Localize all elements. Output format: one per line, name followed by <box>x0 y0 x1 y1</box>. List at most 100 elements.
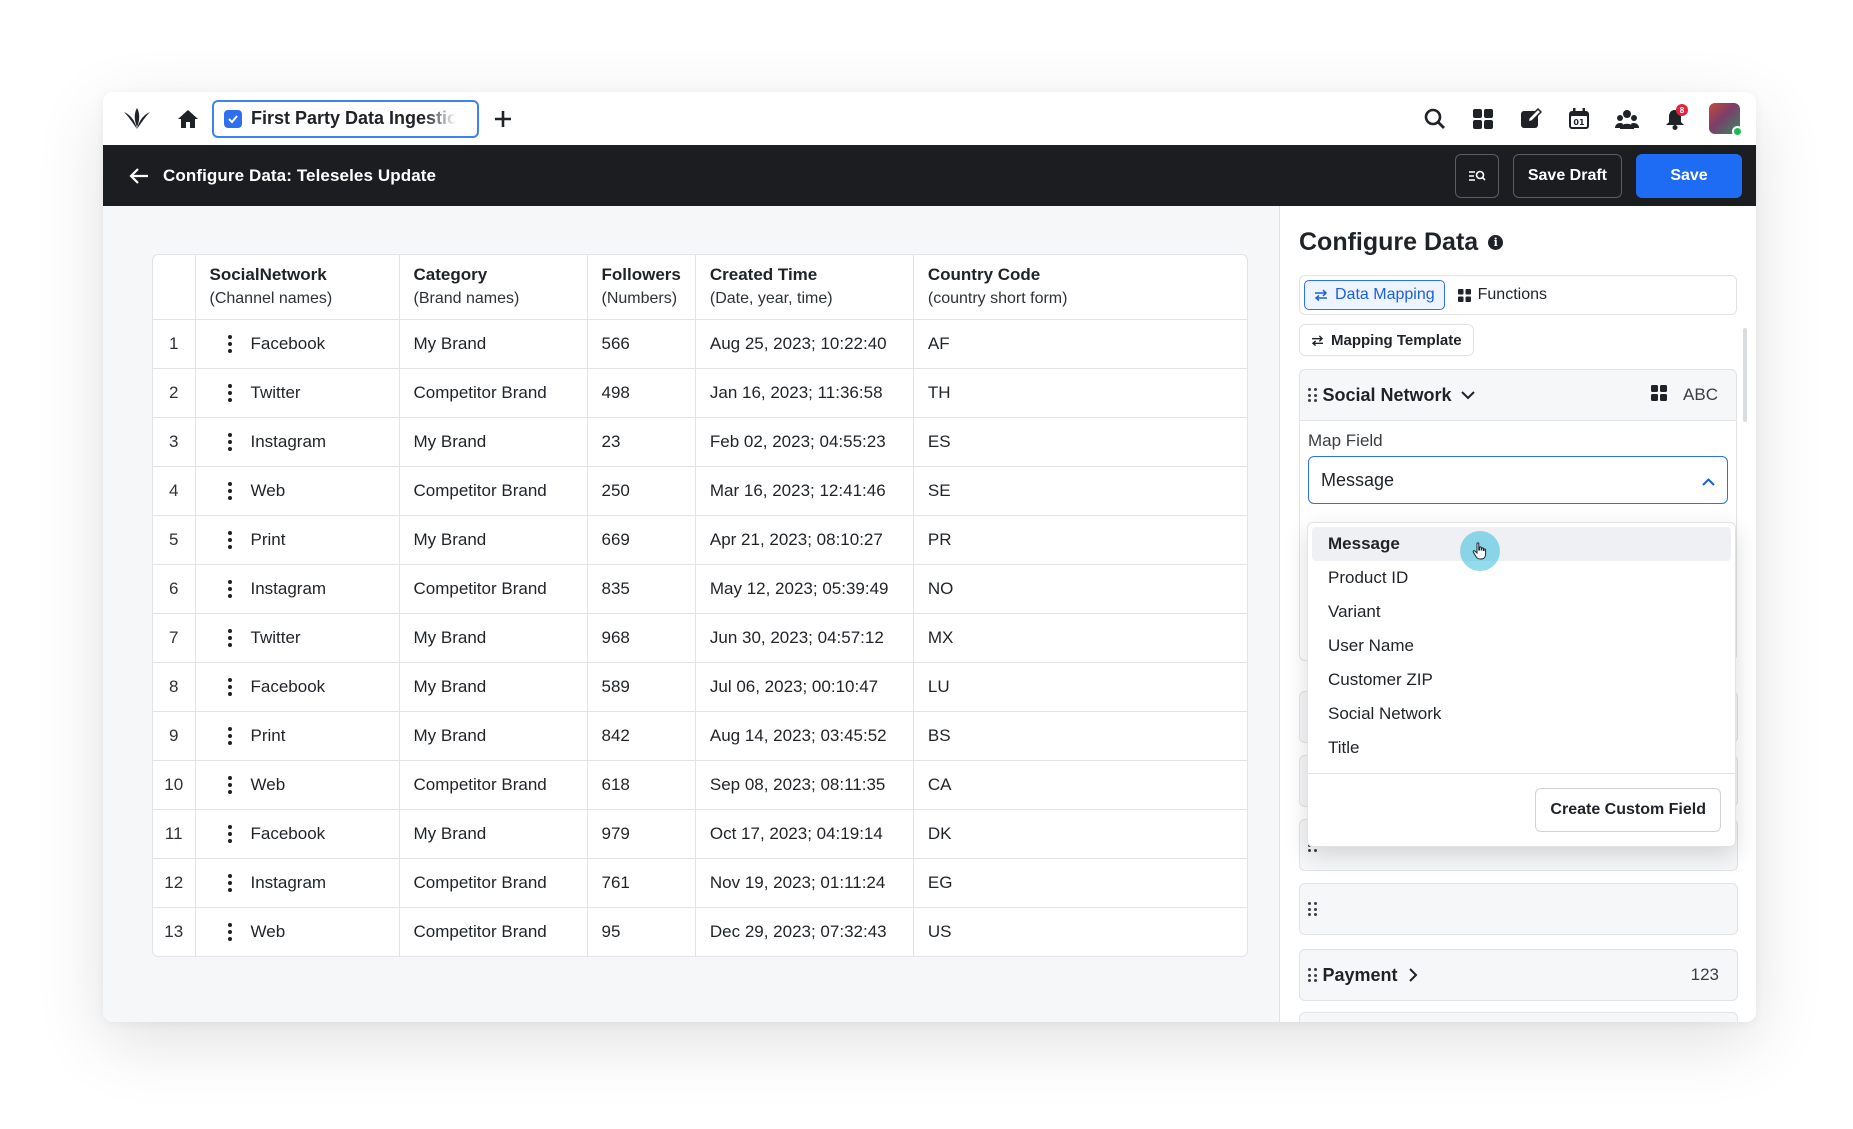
add-tab-icon[interactable] <box>490 106 516 132</box>
dropdown-option[interactable]: Product ID <box>1312 561 1731 595</box>
apps-grid-icon[interactable] <box>1651 384 1668 406</box>
table-row[interactable]: 10 Web Competitor Brand 618 Sep 08, 2023… <box>153 760 1247 810</box>
cell-created-time[interactable]: Jun 30, 2023; 04:57:12 <box>695 613 914 663</box>
cell-followers[interactable]: 618 <box>587 760 696 810</box>
cell-country-code[interactable]: AF <box>913 319 1247 369</box>
map-field-select[interactable]: Message <box>1308 456 1728 504</box>
cell-followers[interactable]: 835 <box>587 564 696 614</box>
cell-category[interactable]: Competitor Brand <box>399 466 588 516</box>
column-header-category[interactable]: Category (Brand names) <box>399 255 588 320</box>
dropdown-option[interactable]: Variant <box>1312 595 1731 629</box>
cell-country-code[interactable]: US <box>913 907 1247 956</box>
cell-country-code[interactable]: SE <box>913 466 1247 516</box>
cell-category[interactable]: My Brand <box>399 319 588 369</box>
calendar-icon[interactable]: 01 <box>1563 103 1594 134</box>
table-row[interactable]: 1 Facebook My Brand 566 Aug 25, 2023; 10… <box>153 319 1247 369</box>
cell-followers[interactable]: 95 <box>587 907 696 956</box>
sprinklr-logo-icon[interactable] <box>121 103 153 135</box>
field-header[interactable]: Social Network ABC <box>1300 370 1736 420</box>
cell-social-network[interactable]: Facebook <box>195 319 400 369</box>
row-menu-icon[interactable] <box>227 579 233 598</box>
save-button[interactable]: Save <box>1636 153 1742 198</box>
row-menu-icon[interactable] <box>227 481 233 500</box>
row-menu-icon[interactable] <box>227 530 233 549</box>
cell-country-code[interactable]: EG <box>913 858 1247 908</box>
cell-created-time[interactable]: Sep 08, 2023; 08:11:35 <box>695 760 914 810</box>
drag-handle-icon[interactable] <box>1308 388 1317 402</box>
cell-created-time[interactable]: Oct 17, 2023; 04:19:14 <box>695 809 914 859</box>
tab-data-mapping[interactable]: Data Mapping <box>1304 280 1445 310</box>
cell-created-time[interactable]: Dec 29, 2023; 07:32:43 <box>695 907 914 956</box>
cell-created-time[interactable]: Feb 02, 2023; 04:55:23 <box>695 417 914 467</box>
save-draft-button[interactable]: Save Draft <box>1512 153 1622 198</box>
tab-functions[interactable]: Functions <box>1449 280 1556 310</box>
mapping-template-button[interactable]: Mapping Template <box>1299 324 1474 356</box>
table-row[interactable]: 3 Instagram My Brand 23 Feb 02, 2023; 04… <box>153 417 1247 467</box>
column-header-followers[interactable]: Followers (Numbers) <box>587 255 696 320</box>
cell-category[interactable]: Competitor Brand <box>399 858 588 908</box>
chevron-right-icon[interactable] <box>1406 967 1422 983</box>
cell-followers[interactable]: 566 <box>587 319 696 369</box>
cell-category[interactable]: My Brand <box>399 515 588 565</box>
cell-country-code[interactable]: BS <box>913 711 1247 761</box>
cell-category[interactable]: Competitor Brand <box>399 760 588 810</box>
table-row[interactable]: 11 Facebook My Brand 979 Oct 17, 2023; 0… <box>153 809 1247 859</box>
row-menu-icon[interactable] <box>227 726 233 745</box>
cell-created-time[interactable]: Aug 25, 2023; 10:22:40 <box>695 319 914 369</box>
column-header-created-time[interactable]: Created Time (Date, year, time) <box>695 255 914 320</box>
preview-button[interactable] <box>1454 153 1499 198</box>
field-card[interactable]: Account Owner ABC <box>1299 1012 1738 1022</box>
bell-icon[interactable]: 8 <box>1659 103 1690 134</box>
search-icon[interactable] <box>1419 103 1450 134</box>
create-custom-field-button[interactable]: Create Custom Field <box>1535 788 1721 832</box>
row-menu-icon[interactable] <box>227 628 233 647</box>
cell-social-network[interactable]: Web <box>195 466 400 516</box>
table-row[interactable]: 2 Twitter Competitor Brand 498 Jan 16, 2… <box>153 368 1247 418</box>
cell-country-code[interactable]: NO <box>913 564 1247 614</box>
cell-followers[interactable]: 669 <box>587 515 696 565</box>
dropdown-option[interactable]: Message <box>1312 527 1731 561</box>
cell-created-time[interactable]: May 12, 2023; 05:39:49 <box>695 564 914 614</box>
cell-category[interactable]: Competitor Brand <box>399 907 588 956</box>
dropdown-option[interactable]: User Name <box>1312 629 1731 663</box>
cell-followers[interactable]: 250 <box>587 466 696 516</box>
team-icon[interactable] <box>1611 103 1642 134</box>
row-menu-icon[interactable] <box>227 775 233 794</box>
cell-category[interactable]: My Brand <box>399 613 588 663</box>
drag-handle-icon[interactable] <box>1308 902 1317 916</box>
cell-country-code[interactable]: CA <box>913 760 1247 810</box>
cell-social-network[interactable]: Facebook <box>195 809 400 859</box>
cell-country-code[interactable]: PR <box>913 515 1247 565</box>
column-header-socialnetwork[interactable]: SocialNetwork (Channel names) <box>195 255 400 320</box>
field-header[interactable]: Account Owner ABC <box>1300 1013 1737 1022</box>
field-header[interactable]: Payment 123 <box>1300 950 1737 1000</box>
cell-followers[interactable]: 23 <box>587 417 696 467</box>
row-menu-icon[interactable] <box>227 383 233 402</box>
cell-created-time[interactable]: Jan 16, 2023; 11:36:58 <box>695 368 914 418</box>
table-row[interactable]: 8 Facebook My Brand 589 Jul 06, 2023; 00… <box>153 662 1247 712</box>
cell-social-network[interactable]: Web <box>195 760 400 810</box>
table-row[interactable]: 12 Instagram Competitor Brand 761 Nov 19… <box>153 858 1247 908</box>
table-row[interactable]: 13 Web Competitor Brand 95 Dec 29, 2023;… <box>153 907 1247 956</box>
cell-social-network[interactable]: Facebook <box>195 662 400 712</box>
cell-created-time[interactable]: Nov 19, 2023; 01:11:24 <box>695 858 914 908</box>
cell-country-code[interactable]: ES <box>913 417 1247 467</box>
row-menu-icon[interactable] <box>227 432 233 451</box>
cell-category[interactable]: My Brand <box>399 417 588 467</box>
cell-created-time[interactable]: Mar 16, 2023; 12:41:46 <box>695 466 914 516</box>
cell-social-network[interactable]: Instagram <box>195 858 400 908</box>
cell-followers[interactable]: 979 <box>587 809 696 859</box>
cell-created-time[interactable]: Apr 21, 2023; 08:10:27 <box>695 515 914 565</box>
back-arrow-icon[interactable] <box>127 164 151 188</box>
apps-grid-icon[interactable] <box>1467 103 1498 134</box>
row-menu-icon[interactable] <box>227 824 233 843</box>
cell-country-code[interactable]: TH <box>913 368 1247 418</box>
cell-social-network[interactable]: Twitter <box>195 613 400 663</box>
cell-country-code[interactable]: DK <box>913 809 1247 859</box>
cell-social-network[interactable]: Print <box>195 515 400 565</box>
cell-followers[interactable]: 842 <box>587 711 696 761</box>
table-row[interactable]: 7 Twitter My Brand 968 Jun 30, 2023; 04:… <box>153 613 1247 663</box>
cell-social-network[interactable]: Web <box>195 907 400 956</box>
row-menu-icon[interactable] <box>227 922 233 941</box>
cell-social-network[interactable]: Instagram <box>195 564 400 614</box>
